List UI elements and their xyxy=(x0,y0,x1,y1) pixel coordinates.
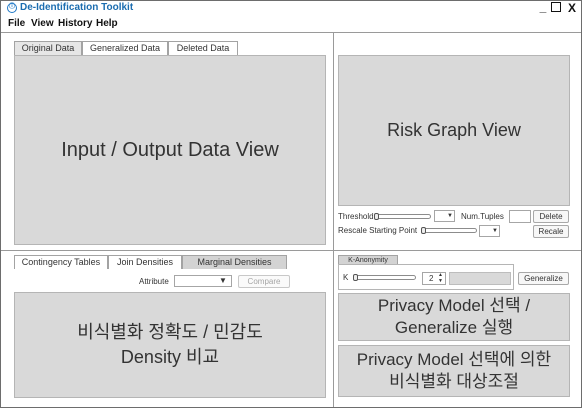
target-panel-line1: Privacy Model 선택에 의한 xyxy=(356,350,552,369)
k-label: K xyxy=(343,273,349,282)
menu-view[interactable]: View xyxy=(31,18,54,29)
risk-graph-panel: Risk Graph View xyxy=(338,55,570,206)
maximize-button[interactable] xyxy=(551,2,561,12)
k-spinner[interactable]: 2 ▲ ▼ xyxy=(422,272,446,285)
rescale-label: Rescale Starting Point xyxy=(338,226,418,235)
density-panel: 비식별화 정확도 / 민감도 Density 비교 xyxy=(14,292,326,398)
threshold-select[interactable]: ▼ xyxy=(434,210,455,222)
horizontal-splitter[interactable] xyxy=(1,250,581,251)
app-icon: ⓘ xyxy=(7,3,17,13)
num-tuples-label: Num.Tuples xyxy=(461,212,504,221)
vertical-splitter[interactable] xyxy=(333,33,334,407)
privacy-model-panel-line2: Generalize 실행 xyxy=(394,318,514,337)
rescale-select[interactable]: ▼ xyxy=(479,225,500,237)
generalize-button[interactable]: Generalize xyxy=(518,272,569,285)
k-value: 2 xyxy=(429,274,434,283)
density-panel-line2: Density 비교 xyxy=(120,347,220,367)
k-slider[interactable] xyxy=(354,275,416,280)
density-panel-line1: 비식별화 정확도 / 민감도 xyxy=(77,322,263,342)
chevron-down-icon: ▼ xyxy=(492,228,498,234)
chevron-down-icon: ▼ xyxy=(219,276,227,285)
spinner-down-icon[interactable]: ▼ xyxy=(438,279,443,284)
data-view-panel: Input / Output Data View xyxy=(14,55,326,245)
tab-contingency-tables[interactable]: Contingency Tables xyxy=(14,255,108,269)
attribute-label: Attribute xyxy=(139,277,169,286)
privacy-model-panel: Privacy Model 선택 / Generalize 실행 xyxy=(338,293,570,341)
k-result-field xyxy=(449,272,511,285)
menu-divider xyxy=(1,32,581,33)
menu-file[interactable]: File xyxy=(8,18,25,29)
attribute-select[interactable]: ▼ xyxy=(174,275,232,287)
threshold-label: Threshold xyxy=(338,212,374,221)
compare-button[interactable]: Compare xyxy=(238,275,290,288)
minimize-button[interactable]: _ xyxy=(537,0,549,14)
threshold-slider[interactable] xyxy=(375,214,431,219)
chevron-down-icon: ▼ xyxy=(447,213,453,219)
privacy-model-panel-line1: Privacy Model 선택 / xyxy=(377,296,531,315)
tab-join-densities[interactable]: Join Densities xyxy=(108,255,182,269)
tab-generalized-data[interactable]: Generalized Data xyxy=(82,41,168,55)
delete-button[interactable]: Delete xyxy=(533,210,569,223)
tab-deleted-data[interactable]: Deleted Data xyxy=(168,41,238,55)
rescale-slider[interactable] xyxy=(422,228,477,233)
threshold-slider-thumb[interactable] xyxy=(374,213,379,220)
menu-help[interactable]: Help xyxy=(96,18,118,29)
close-button[interactable]: X xyxy=(566,1,578,15)
deidentification-target-panel: Privacy Model 선택에 의한 비식별화 대상조절 xyxy=(338,345,570,397)
tab-original-data[interactable]: Original Data xyxy=(14,41,82,55)
menu-history[interactable]: History xyxy=(58,18,92,29)
rescale-slider-thumb[interactable] xyxy=(421,227,426,234)
target-panel-line2: 비식별화 대상조절 xyxy=(389,372,519,391)
window-title: De-Identification Toolkit xyxy=(20,2,134,13)
tab-marginal-densities[interactable]: Marginal Densities xyxy=(182,255,287,269)
num-tuples-input[interactable] xyxy=(509,210,531,223)
rescale-button[interactable]: Recale xyxy=(533,225,569,238)
k-slider-thumb[interactable] xyxy=(353,274,358,281)
